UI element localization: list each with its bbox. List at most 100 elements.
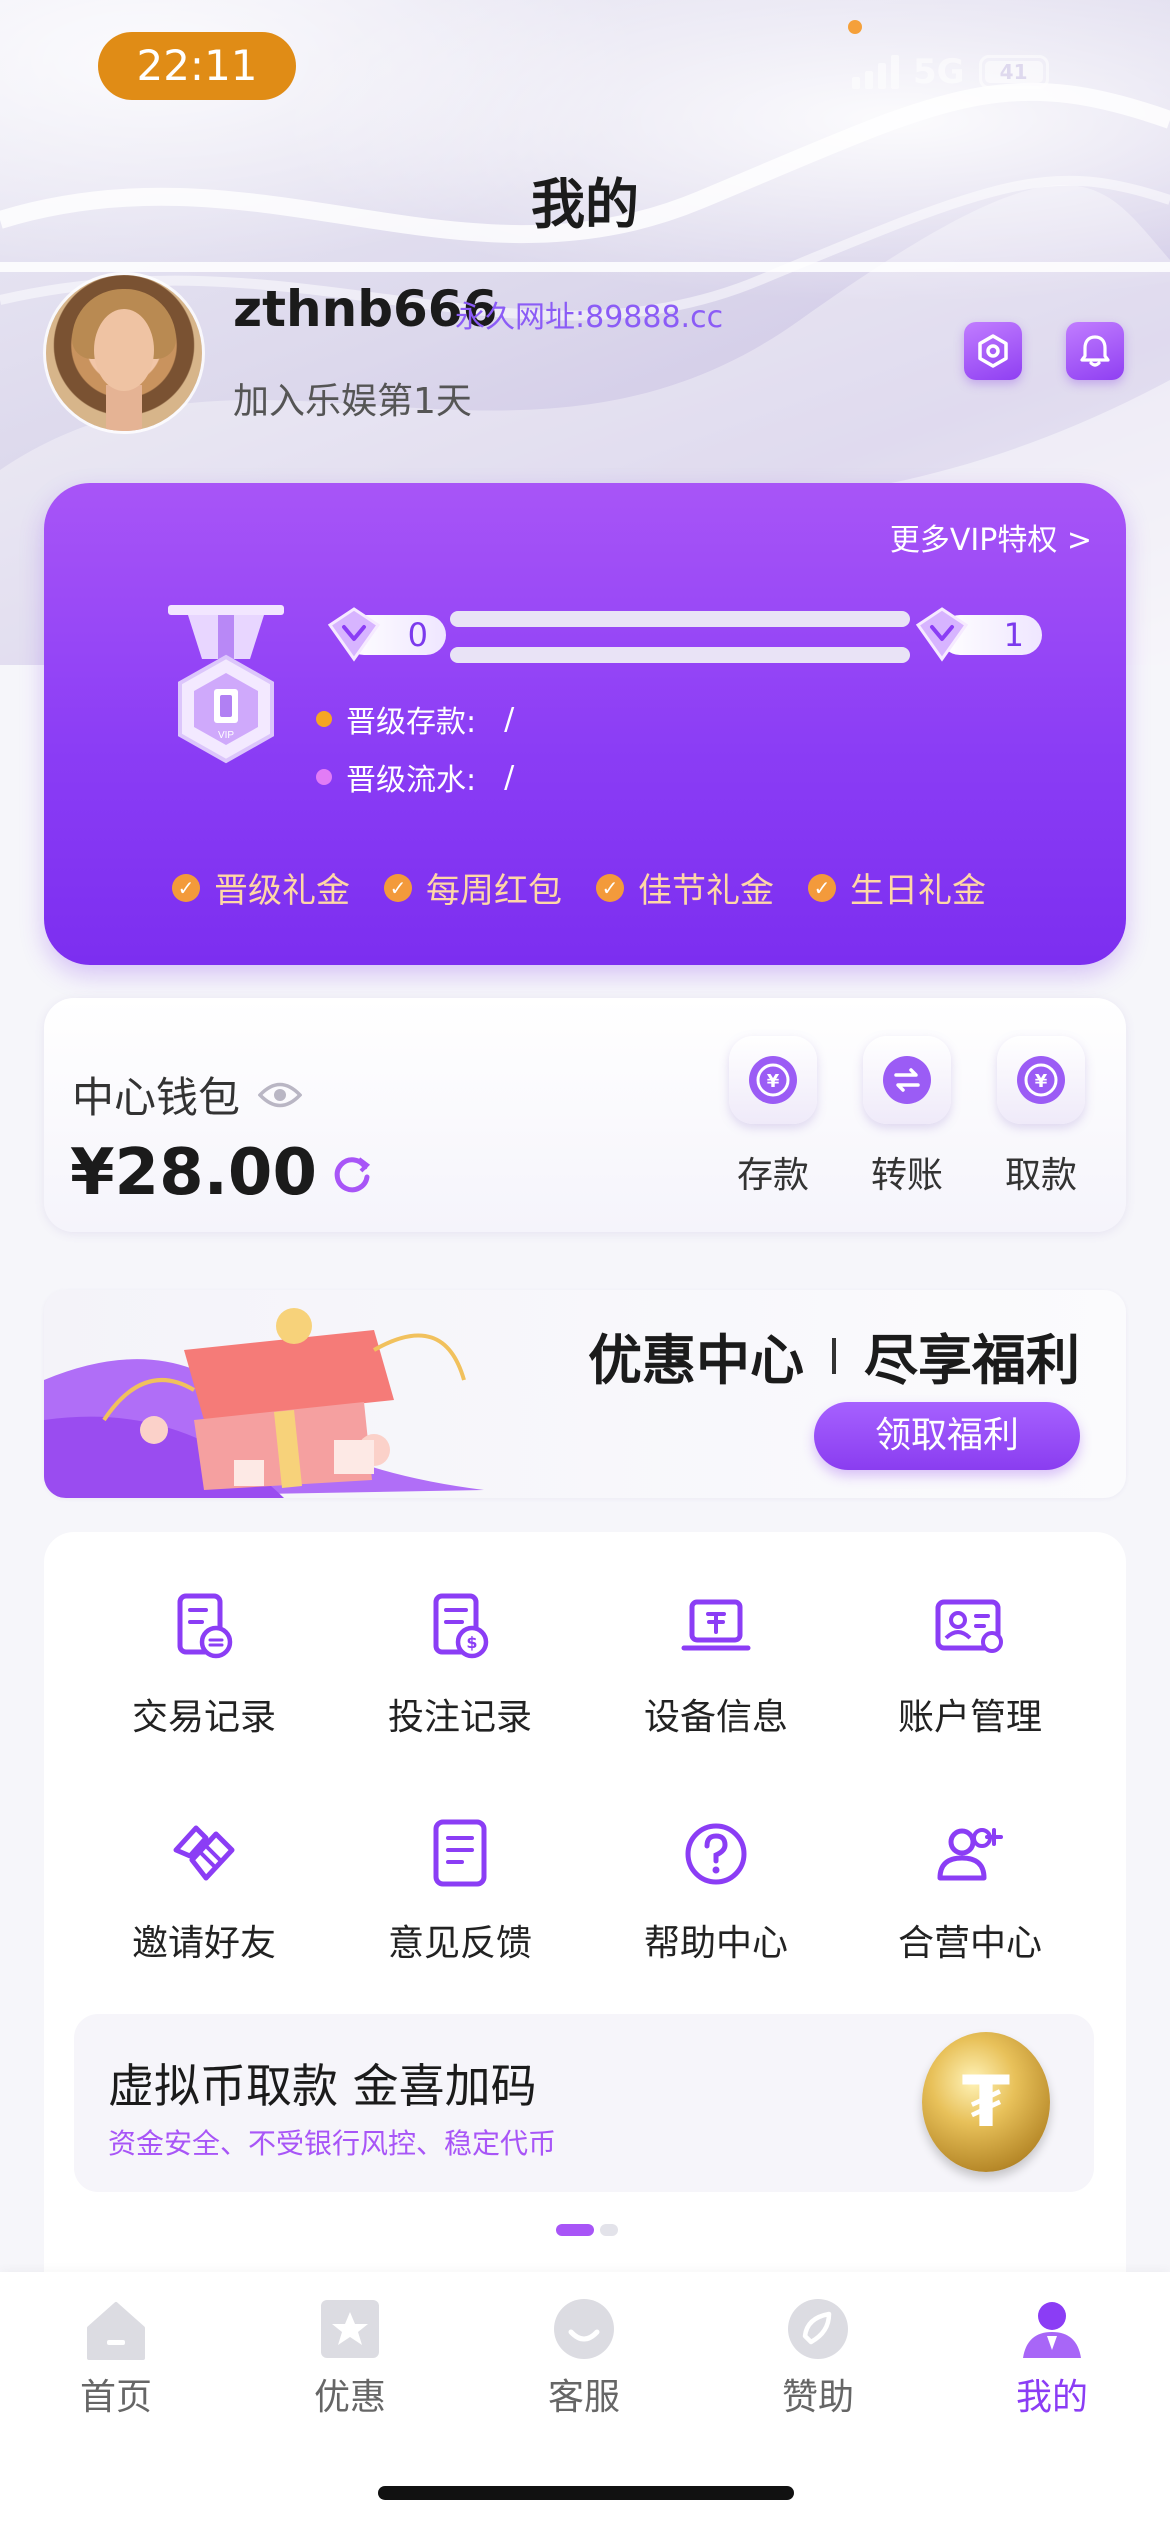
- withdraw-button[interactable]: ¥ 取款: [996, 1036, 1086, 1198]
- promo-title-right: 尽享福利: [864, 1329, 1080, 1392]
- svg-text:VIP: VIP: [218, 730, 234, 741]
- wallet-label-row: 中心钱包: [72, 1064, 303, 1125]
- tab-profile[interactable]: 我的: [982, 2296, 1122, 2420]
- wallet-amount-row: ¥28.00: [70, 1136, 373, 1210]
- customer-service-icon: [554, 2299, 614, 2359]
- progress-bar-top: [450, 611, 910, 627]
- promo-title: 优惠中心 尽享福利: [588, 1316, 1080, 1395]
- tab-label: 客服: [547, 2377, 620, 2418]
- menu-item-label: 邀请好友: [131, 1923, 276, 1964]
- menu-item-label: 意见反馈: [387, 1923, 532, 1964]
- feedback-icon: [433, 1819, 487, 1887]
- transfer-label: 转账: [870, 1155, 943, 1196]
- tab-customer-service[interactable]: 客服: [514, 2296, 654, 2420]
- upgrade-turnover-value: /: [504, 759, 515, 795]
- perk-item: ✓ 晋级礼金: [172, 863, 350, 912]
- menu-item-invite-friends[interactable]: 邀请好友: [104, 1816, 304, 1966]
- promotions-icon: [321, 2300, 379, 2358]
- transfer-button[interactable]: 转账: [862, 1036, 952, 1198]
- wallet-label: 中心钱包: [72, 1073, 241, 1122]
- gift-box-illustration: [44, 1308, 484, 1498]
- tab-home[interactable]: 首页: [46, 2296, 186, 2420]
- perk-item: ✓ 佳节礼金: [596, 863, 774, 912]
- permanent-url[interactable]: 永久网址:89888.cc: [455, 292, 723, 336]
- deposit-button[interactable]: ¥ 存款: [728, 1036, 818, 1198]
- upgrade-turnover-row: 晋级流水: /: [316, 755, 514, 799]
- svg-text:¥: ¥: [767, 1071, 780, 1092]
- menu-item-label: 账户管理: [897, 1697, 1042, 1738]
- menu-item-label: 投注记录: [387, 1697, 532, 1738]
- perk-item: ✓ 生日礼金: [808, 863, 986, 912]
- crypto-banner-title: 虚拟币取款 金喜加码: [108, 2059, 537, 2113]
- diamond-icon: [915, 607, 969, 662]
- status-time: 22:11: [98, 32, 296, 100]
- home-indicator: [378, 2486, 794, 2500]
- profile-icon: [1023, 2302, 1081, 2358]
- feature-menu-card: 交易记录 $ 投注记录 设备信息 账户管理 邀请好友 意见反馈 帮助中心 合营中…: [44, 1532, 1126, 2272]
- tether-coin-icon: ₮: [922, 2032, 1050, 2172]
- menu-item-label: 设备信息: [643, 1697, 788, 1738]
- signal-icon: [852, 55, 899, 89]
- network-type: 5G: [913, 52, 965, 92]
- refresh-icon[interactable]: [329, 1151, 373, 1195]
- invite-friends-icon: [173, 1825, 235, 1881]
- progress-bar-bottom: [450, 647, 910, 663]
- vip-card: 更多VIP特权 > VIP 0 1 晋级存款: / 晋级流水: / ✓ 晋级礼金 …: [44, 483, 1126, 965]
- menu-item-label: 合营中心: [897, 1923, 1042, 1964]
- upgrade-deposit-value: /: [504, 701, 515, 737]
- header-divider: [0, 262, 1170, 272]
- upgrade-deposit-label: 晋级存款:: [346, 705, 477, 740]
- vip-perks: ✓ 晋级礼金 ✓ 每周红包 ✓ 佳节礼金 ✓ 生日礼金: [172, 863, 986, 912]
- deposit-label: 存款: [736, 1155, 809, 1196]
- menu-item-help-center[interactable]: 帮助中心: [616, 1816, 816, 1966]
- settings-icon: [978, 334, 1008, 368]
- promo-title-left: 优惠中心: [588, 1329, 804, 1392]
- eye-icon[interactable]: [258, 1080, 303, 1110]
- device-info-icon: [681, 1599, 751, 1651]
- battery-icon: 41: [978, 55, 1049, 89]
- tab-label: 我的: [1015, 2377, 1088, 2418]
- status-indicators: 5G 41: [852, 52, 1049, 92]
- divider: [832, 1337, 836, 1374]
- claim-benefits-button[interactable]: 领取福利: [814, 1402, 1080, 1470]
- join-days-text: 加入乐娱第1天: [233, 381, 472, 422]
- page-title: 我的: [531, 173, 639, 236]
- help-center-icon: [685, 1823, 747, 1885]
- account-management-icon: [935, 1599, 1003, 1653]
- crypto-banner-subtitle: 资金安全、不受银行风控、稳定代币: [108, 2127, 557, 2160]
- bet-record-icon: $: [433, 1593, 489, 1659]
- tab-label: 优惠: [313, 2377, 386, 2418]
- wallet-amount: ¥28.00: [70, 1136, 317, 1210]
- menu-item-transaction-record[interactable]: 交易记录: [104, 1590, 304, 1740]
- notification-button[interactable]: [1066, 322, 1124, 380]
- promotion-center-banner[interactable]: 优惠中心 尽享福利 领取福利: [44, 1290, 1126, 1498]
- sponsor-icon: [788, 2299, 848, 2359]
- svg-text:¥: ¥: [1035, 1071, 1048, 1092]
- battery-level: 41: [984, 61, 1043, 83]
- tab-label: 赞助: [781, 2377, 854, 2418]
- menu-item-feedback[interactable]: 意见反馈: [360, 1816, 560, 1966]
- menu-item-label: 交易记录: [131, 1697, 276, 1738]
- tab-promotions[interactable]: 优惠: [280, 2296, 420, 2420]
- check-icon: ✓: [596, 873, 624, 902]
- menu-item-partner-center[interactable]: 合营中心: [870, 1816, 1070, 1966]
- menu-item-bet-record[interactable]: $ 投注记录: [360, 1590, 560, 1740]
- check-icon: ✓: [808, 873, 836, 902]
- perk-item: ✓ 每周红包: [384, 863, 562, 912]
- next-level: 1: [1003, 616, 1024, 654]
- more-vip-privileges-link[interactable]: 更多VIP特权 >: [890, 515, 1092, 559]
- crypto-withdrawal-banner[interactable]: 虚拟币取款 金喜加码 资金安全、不受银行风控、稳定代币 ₮: [74, 2014, 1094, 2192]
- upgrade-turnover-label: 晋级流水:: [346, 763, 477, 798]
- menu-item-device-info[interactable]: 设备信息: [616, 1590, 816, 1740]
- tab-sponsor[interactable]: 赞助: [748, 2296, 888, 2420]
- transaction-record-icon: [177, 1593, 233, 1659]
- menu-item-account-management[interactable]: 账户管理: [870, 1590, 1070, 1740]
- settings-button[interactable]: [964, 322, 1022, 380]
- deposit-icon: ¥: [749, 1056, 797, 1104]
- current-level: 0: [407, 616, 428, 654]
- check-icon: ✓: [172, 873, 200, 902]
- withdraw-icon: ¥: [1017, 1056, 1065, 1104]
- carousel-pager: [556, 2224, 618, 2236]
- avatar[interactable]: [46, 275, 202, 431]
- check-icon: ✓: [384, 873, 412, 902]
